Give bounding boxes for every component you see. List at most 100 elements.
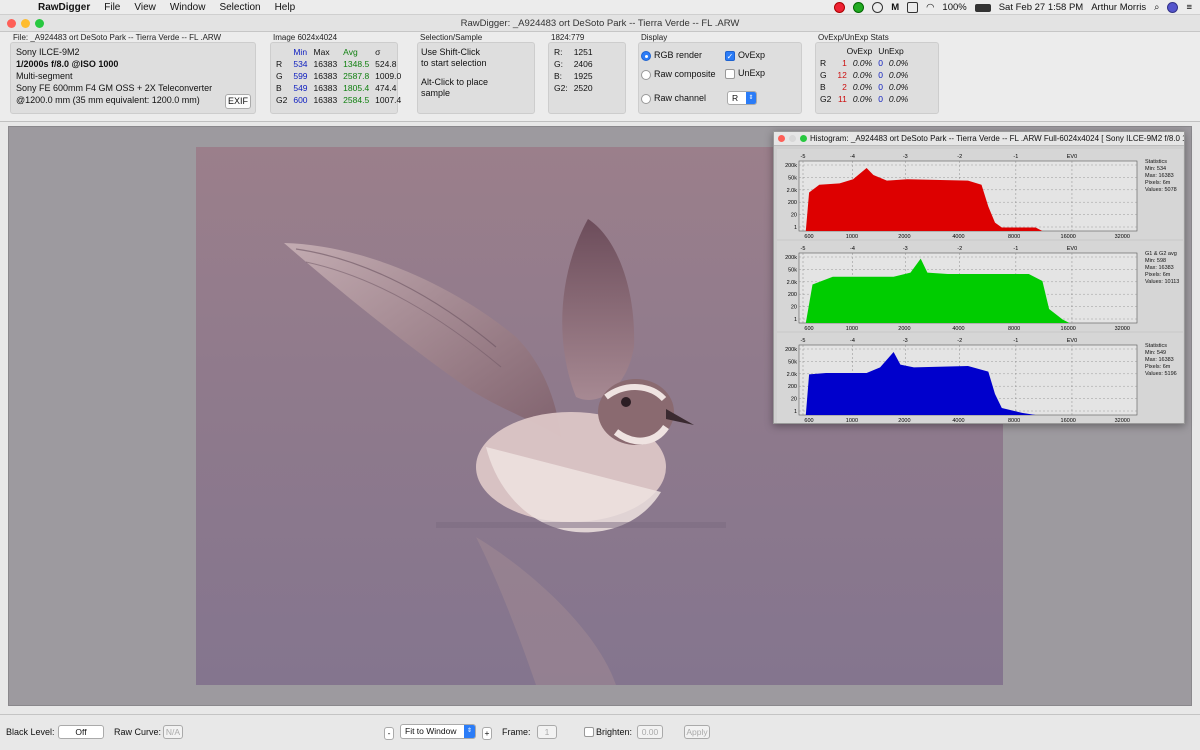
- bottom-toolbar: Black Level: Off Raw Curve: N/A - Fit to…: [0, 714, 1200, 750]
- menubar-datetime[interactable]: Sat Feb 27 1:58 PM: [999, 2, 1084, 13]
- brighten-input[interactable]: 0.00: [637, 725, 663, 739]
- close-histogram-button[interactable]: [778, 135, 785, 142]
- histogram-pane: 200k 50k 2.0k 200 20 1 -5 -4 -3 -2 -1 EV0 600 1000 200…: [777, 333, 1183, 423]
- stat-line: Values: 5078: [1145, 187, 1177, 193]
- display-label: Display: [641, 33, 668, 42]
- raw-channel-radio[interactable]: Raw channel: [641, 93, 706, 104]
- stat-line: Values: 10113: [1145, 279, 1180, 285]
- sigma-value: 474.4: [375, 83, 397, 93]
- y-tick-label: 200k: [785, 347, 797, 353]
- y-tick-label: 1: [794, 225, 797, 231]
- zoom-out-button[interactable]: -: [384, 727, 394, 740]
- siri-icon[interactable]: [1167, 2, 1179, 13]
- y-tick-label: 1: [794, 317, 797, 323]
- raw-curve-button[interactable]: N/A: [163, 725, 183, 739]
- black-level-button[interactable]: Off: [58, 725, 104, 739]
- ev-tick-label: -5: [801, 246, 806, 252]
- stat-line: G1 & G2 avg: [1145, 251, 1177, 257]
- menu-view[interactable]: View: [134, 2, 156, 13]
- table-row: G: 2406: [551, 58, 596, 70]
- value-tick-label: 16000: [1061, 418, 1076, 423]
- wifi-icon[interactable]: ◠: [926, 2, 934, 13]
- radio-selected-icon: [641, 50, 651, 61]
- histogram-pane: 200k 50k 2.0k 200 20 1 -5 -4 -3 -2 -1 EV0 600 1000 200…: [777, 149, 1183, 239]
- unexp-checkbox[interactable]: UnExp: [725, 68, 765, 79]
- stat-line: Statistics: [1145, 159, 1168, 165]
- table-row: B: 1925: [551, 70, 596, 82]
- col-max: Max: [313, 47, 330, 57]
- y-tick-label: 20: [791, 305, 797, 311]
- ovexp-count: 1: [842, 58, 847, 68]
- ovexp-stats-box: OvExp UnExp R 1 0.0% 0 0.0% G 12 0.0% 0 …: [815, 42, 939, 114]
- max-value: 16383: [313, 95, 338, 105]
- zoom-histogram-button[interactable]: [800, 135, 807, 142]
- menu-file[interactable]: File: [104, 2, 120, 13]
- zoom-window-button[interactable]: [35, 19, 44, 28]
- rgb-render-radio[interactable]: RGB render: [641, 50, 702, 61]
- min-value: 600: [293, 95, 308, 105]
- status-s-icon[interactable]: [853, 2, 865, 13]
- value-tick-label: 600: [804, 418, 813, 423]
- zoom-in-button[interactable]: +: [482, 727, 492, 740]
- brighten-label: Brighten:: [596, 727, 633, 737]
- spotlight-search-icon[interactable]: ⌕: [1154, 2, 1159, 13]
- camera-model: Sony ILCE-9M2: [16, 47, 80, 57]
- raw-channel-select[interactable]: R ⇕: [727, 91, 757, 105]
- table-row: R 534 16383 1348.5 524.8: [273, 58, 404, 70]
- y-tick-label: 2.0k: [787, 188, 798, 194]
- menu-app-name[interactable]: RawDigger: [38, 2, 90, 13]
- stat-line: Pixels: 6m: [1145, 364, 1171, 370]
- chevron-updown-icon: ⇕: [464, 725, 475, 738]
- menu-window[interactable]: Window: [170, 2, 206, 13]
- exif-button[interactable]: EXIF: [225, 94, 251, 109]
- stat-line: Min: 534: [1145, 166, 1167, 172]
- y-tick-label: 2.0k: [787, 372, 798, 378]
- display-box: RGB render Raw composite Raw channel ✓ Ov…: [638, 42, 802, 114]
- focal-length: @1200.0 mm (35 mm equivalent: 1200.0 mm): [16, 95, 200, 105]
- sigma-value: 1007.4: [375, 95, 402, 105]
- zoom-value: Fit to Window: [405, 726, 457, 736]
- apply-button[interactable]: Apply: [684, 725, 710, 739]
- battery-icon[interactable]: [974, 3, 991, 12]
- image-stats-box: Min Max Avg σ R 534 16383 1348.5 524.8 G…: [270, 42, 401, 114]
- raw-curve-label: Raw Curve:: [114, 727, 162, 737]
- histogram-window[interactable]: Histogram: _A924483 ort DeSoto Park -- T…: [773, 131, 1185, 424]
- unexp-label: UnExp: [738, 68, 766, 78]
- table-row: G 12 0.0% 0 0.0%: [817, 69, 911, 81]
- status-clock-icon[interactable]: [872, 2, 884, 13]
- minimize-window-button[interactable]: [21, 19, 30, 28]
- brighten-checkbox[interactable]: [584, 727, 594, 737]
- menubar-user[interactable]: Arthur Morris: [1091, 2, 1146, 13]
- status-app-icon[interactable]: [834, 2, 846, 13]
- value-tick-label: 8000: [1008, 418, 1020, 423]
- menu-help[interactable]: Help: [275, 2, 296, 13]
- close-window-button[interactable]: [7, 19, 16, 28]
- channel: R: [276, 59, 283, 69]
- y-tick-label: 20: [791, 213, 797, 219]
- ev-tick-label: -1: [1013, 246, 1018, 252]
- channel: G2: [276, 95, 288, 105]
- ev-tick-label: EV0: [1067, 154, 1077, 160]
- control-center-icon[interactable]: ≡: [1186, 2, 1192, 13]
- info-panel: File: _A924483 ort DeSoto Park -- Tierra…: [0, 32, 1200, 122]
- minimize-histogram-button[interactable]: [789, 135, 796, 142]
- frame-stepper[interactable]: 1: [537, 725, 557, 739]
- status-grid-icon[interactable]: [907, 2, 919, 13]
- cursor-coords-label: 1824:779: [551, 33, 585, 42]
- ev-tick-label: -2: [957, 338, 962, 344]
- sigma-value: 1009.0: [375, 71, 402, 81]
- menu-selection[interactable]: Selection: [219, 2, 260, 13]
- channel: G: [820, 70, 827, 80]
- status-m-icon[interactable]: M: [891, 2, 899, 13]
- zoom-select[interactable]: Fit to Window ⇕: [400, 724, 476, 739]
- ovexp-checkbox[interactable]: ✓ OvExp: [725, 50, 765, 61]
- unexp-percent: 0.0%: [888, 70, 909, 80]
- stat-line: Max: 16383: [1145, 357, 1174, 363]
- raw-composite-radio[interactable]: Raw composite: [641, 69, 716, 80]
- value-tick-label: 8000: [1008, 326, 1020, 331]
- ev-tick-label: -4: [850, 338, 855, 344]
- stat-line: Pixels: 6m: [1145, 180, 1171, 186]
- ovexp-percent: 0.0%: [852, 82, 873, 92]
- histogram-plot: 200k 50k 2.0k 200 20 1 -5 -4 -3 -2 -1 EV0 600 1000 200…: [785, 338, 1138, 423]
- battery-percent[interactable]: 100%: [942, 2, 966, 13]
